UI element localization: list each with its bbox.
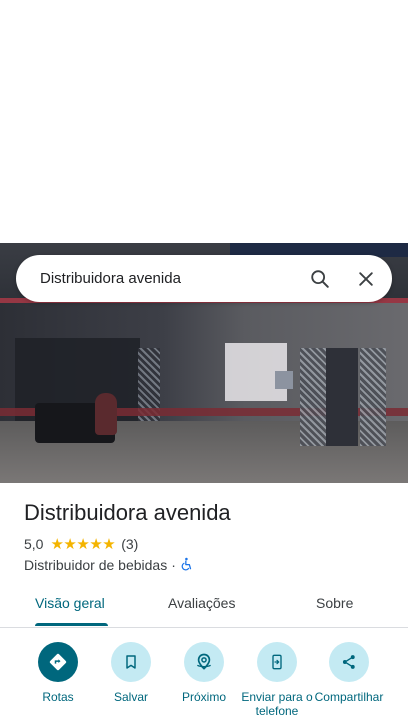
- share-label: Compartilhar: [314, 690, 384, 704]
- send-to-phone-icon[interactable]: [257, 642, 297, 682]
- tab-overview[interactable]: Visão geral: [35, 595, 105, 611]
- place-category: Distribuidor de bebidas: [24, 557, 168, 573]
- photo-doorway: [326, 348, 358, 446]
- directions-button[interactable]: Rotas: [20, 642, 96, 704]
- send-to-phone-label: Enviar para o telefone: [241, 690, 313, 718]
- star-icon: ★: [63, 535, 77, 553]
- photo-window: [275, 371, 293, 389]
- star-icon: ★: [50, 535, 64, 553]
- send-to-phone-button[interactable]: Enviar para o telefone: [239, 642, 315, 718]
- star-icon: ★: [102, 535, 116, 553]
- close-icon[interactable]: [346, 259, 386, 299]
- action-row: Rotas Salvar Próximo Enviar para o telef…: [0, 642, 408, 726]
- save-label: Salvar: [113, 690, 148, 704]
- nearby-label: Próximo: [181, 690, 226, 704]
- star-icon: ★: [76, 535, 90, 553]
- directions-label: Rotas: [42, 690, 74, 704]
- search-icon[interactable]: [300, 259, 340, 299]
- rating-row[interactable]: 5,0 ★ ★ ★ ★ ★ (3): [24, 535, 138, 553]
- directions-icon[interactable]: [38, 642, 78, 682]
- tab-reviews[interactable]: Avaliações: [168, 595, 235, 611]
- category-row: Distribuidor de bebidas ·: [24, 556, 194, 574]
- tab-indicator: [35, 623, 108, 626]
- save-button[interactable]: Salvar: [93, 642, 169, 704]
- share-icon[interactable]: [329, 642, 369, 682]
- nearby-button[interactable]: Próximo: [166, 642, 242, 704]
- share-button[interactable]: Compartilhar: [311, 642, 387, 704]
- tab-about[interactable]: Sobre: [316, 595, 353, 611]
- photo-person: [95, 393, 117, 435]
- photo-door-right: [360, 348, 386, 446]
- search-query[interactable]: Distribuidora avenida: [40, 270, 300, 287]
- bookmark-icon[interactable]: [111, 642, 151, 682]
- separator: ·: [171, 557, 176, 573]
- review-count[interactable]: (3): [121, 536, 138, 552]
- place-title: Distribuidora avenida: [24, 500, 231, 525]
- rating-value: 5,0: [24, 536, 44, 552]
- nearby-icon[interactable]: [184, 642, 224, 682]
- search-bar[interactable]: Distribuidora avenida: [16, 255, 392, 302]
- tab-bar: Visão geral Avaliações Sobre: [0, 585, 408, 628]
- wheelchair-icon: [180, 557, 194, 574]
- rating-stars: ★ ★ ★ ★ ★: [50, 537, 115, 552]
- star-icon: ★: [89, 535, 103, 553]
- photo-door-left: [300, 348, 326, 446]
